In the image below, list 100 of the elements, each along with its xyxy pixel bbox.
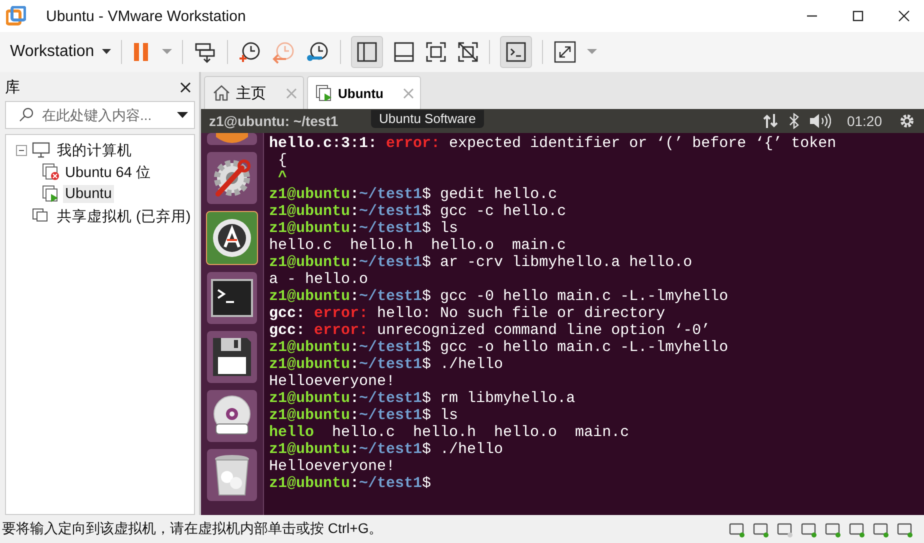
snapshot-icon[interactable] bbox=[238, 40, 262, 64]
error-label: error: bbox=[386, 135, 442, 152]
prompt-user: z1@ubuntu bbox=[269, 220, 350, 237]
prompt-user: z1@ubuntu bbox=[269, 441, 350, 458]
search-input[interactable]: 在此处键入内容... bbox=[40, 106, 171, 124]
prompt-path: ~/test1 bbox=[359, 186, 422, 203]
prompt-path: ~/test1 bbox=[359, 475, 422, 492]
tab[interactable]: 主页 bbox=[204, 76, 304, 109]
terminal-text: : bbox=[350, 288, 360, 305]
library-view-icon[interactable] bbox=[351, 36, 384, 68]
tree-item[interactable]: Ubuntu bbox=[63, 185, 114, 203]
collapse-icon[interactable] bbox=[16, 144, 27, 156]
prompt-user: z1@ubuntu bbox=[269, 475, 350, 492]
terminal-text: $ gedit hello.c bbox=[422, 186, 558, 203]
system-settings-icon[interactable] bbox=[207, 152, 257, 204]
prompt-user: z1@ubuntu bbox=[269, 407, 350, 424]
computer-icon bbox=[32, 142, 50, 158]
terminal-text: : bbox=[350, 339, 360, 356]
prompt-user: z1@ubuntu bbox=[269, 254, 350, 271]
terminal-text: $ rm libmyhello.a bbox=[422, 390, 576, 407]
caret-icon[interactable] bbox=[102, 49, 112, 55]
terminal-text: expected identifier or ‘(’ before ‘{’ token bbox=[449, 135, 836, 152]
terminal-text: : bbox=[350, 356, 360, 373]
terminal-text: hello.c hello.h hello.o main.c bbox=[269, 237, 566, 254]
terminal-text: hello: No such file or directory bbox=[377, 305, 666, 322]
terminal-text: { bbox=[277, 152, 288, 169]
stopped-vm-icon bbox=[42, 163, 60, 181]
terminal-text: $ ls bbox=[422, 407, 458, 424]
home-icon bbox=[213, 85, 230, 101]
search-field[interactable]: 在此处键入内容... bbox=[5, 101, 195, 129]
error-label: error: bbox=[314, 305, 370, 322]
stretch-icon[interactable] bbox=[553, 40, 578, 64]
terminal-text: : bbox=[350, 475, 360, 492]
terminal-text: Helloeveryone! bbox=[269, 458, 396, 475]
clock[interactable]: 01:20 bbox=[846, 113, 882, 129]
prompt-user: z1@ubuntu bbox=[269, 288, 350, 305]
library-title: 库 bbox=[5, 78, 20, 96]
prompt-path: ~/test1 bbox=[359, 339, 422, 356]
dropdown-icon[interactable] bbox=[177, 112, 188, 118]
terminal-text: unrecognized command line option ‘-0’ bbox=[377, 322, 710, 339]
terminal-icon[interactable] bbox=[207, 272, 257, 324]
terminal-text: gcc: bbox=[269, 305, 306, 322]
terminal-text: : bbox=[350, 390, 360, 407]
tooltip: Ubuntu Software bbox=[371, 110, 484, 128]
network-icon[interactable] bbox=[762, 113, 779, 129]
tree-item[interactable]: 我的计算机 bbox=[55, 140, 134, 160]
workstation-menu[interactable]: Workstation bbox=[10, 43, 112, 61]
prompt-path: ~/test1 bbox=[359, 441, 422, 458]
prompt-user: z1@ubuntu bbox=[269, 203, 350, 220]
terminal-text: hello bbox=[269, 424, 314, 441]
snapshot-manager-icon[interactable] bbox=[306, 40, 330, 64]
terminal-text: Helloeveryone! bbox=[269, 373, 396, 390]
terminal-text: : bbox=[350, 407, 360, 424]
terminal-text: hello.c:3:1: bbox=[269, 135, 378, 152]
prompt-path: ~/test1 bbox=[359, 390, 422, 407]
terminal-text: ^ bbox=[277, 169, 288, 186]
terminal-text: $ gcc -0 hello main.c -L.-lmyhello bbox=[422, 288, 728, 305]
terminal-text: $ ./hello bbox=[422, 441, 504, 458]
prompt-user: z1@ubuntu bbox=[269, 186, 350, 203]
volume-icon[interactable] bbox=[808, 113, 831, 129]
prompt-user: z1@ubuntu bbox=[269, 339, 350, 356]
terminal-text: $ gcc -o hello main.c -L.-lmyhello bbox=[422, 339, 728, 356]
dvd-icon[interactable] bbox=[207, 390, 257, 442]
terminal-text: $ bbox=[422, 475, 432, 492]
window-title: Ubuntu - VMware Workstation bbox=[46, 8, 247, 24]
close-icon[interactable] bbox=[180, 82, 191, 92]
window-title: z1@ubuntu: ~/test1 bbox=[209, 113, 338, 129]
terminal-text: $ ar -crv libmyhello.a hello.o bbox=[422, 254, 692, 271]
close-icon[interactable] bbox=[898, 10, 910, 22]
prompt-path: ~/test1 bbox=[359, 356, 422, 373]
terminal-text: : bbox=[350, 203, 360, 220]
trash-icon[interactable] bbox=[207, 449, 257, 501]
software-updater-icon[interactable] bbox=[206, 211, 258, 265]
status-message: 要将输入定向到该虚拟机，请在虚拟机内部单击或按 Ctrl+G。 bbox=[2, 520, 383, 538]
bluetooth-icon[interactable] bbox=[788, 113, 799, 129]
tab[interactable]: Ubuntu bbox=[307, 76, 422, 109]
shared-vm-icon bbox=[32, 208, 50, 224]
terminal-text: $ ls bbox=[422, 220, 458, 237]
prompt-user: z1@ubuntu bbox=[269, 356, 350, 373]
prompt-path: ~/test1 bbox=[359, 220, 422, 237]
error-label: error: bbox=[314, 322, 370, 339]
console-view-icon[interactable] bbox=[500, 36, 532, 68]
settings-icon[interactable] bbox=[898, 112, 916, 130]
running-vm-icon bbox=[42, 185, 60, 203]
prompt-user: z1@ubuntu bbox=[269, 390, 350, 407]
search-icon bbox=[18, 107, 34, 123]
software-center-icon[interactable] bbox=[207, 133, 257, 145]
maximize-icon[interactable] bbox=[852, 10, 864, 22]
prompt-path: ~/test1 bbox=[359, 254, 422, 271]
thumbnail-bar-icon[interactable] bbox=[393, 41, 416, 63]
tree-item[interactable]: Ubuntu 64 位 bbox=[63, 162, 153, 182]
full-screen-icon[interactable] bbox=[425, 41, 448, 63]
prompt-path: ~/test1 bbox=[359, 407, 422, 424]
running-vm-icon bbox=[316, 85, 332, 101]
terminal-text: hello.c hello.h hello.o main.c bbox=[331, 424, 630, 441]
prompt-path: ~/test1 bbox=[359, 203, 422, 220]
terminal-text: : bbox=[350, 220, 360, 237]
terminal-text: gcc: bbox=[269, 322, 306, 339]
terminal-text: $ ./hello bbox=[422, 356, 504, 373]
tree-item[interactable]: 共享虚拟机 (已弃用) bbox=[55, 206, 193, 226]
